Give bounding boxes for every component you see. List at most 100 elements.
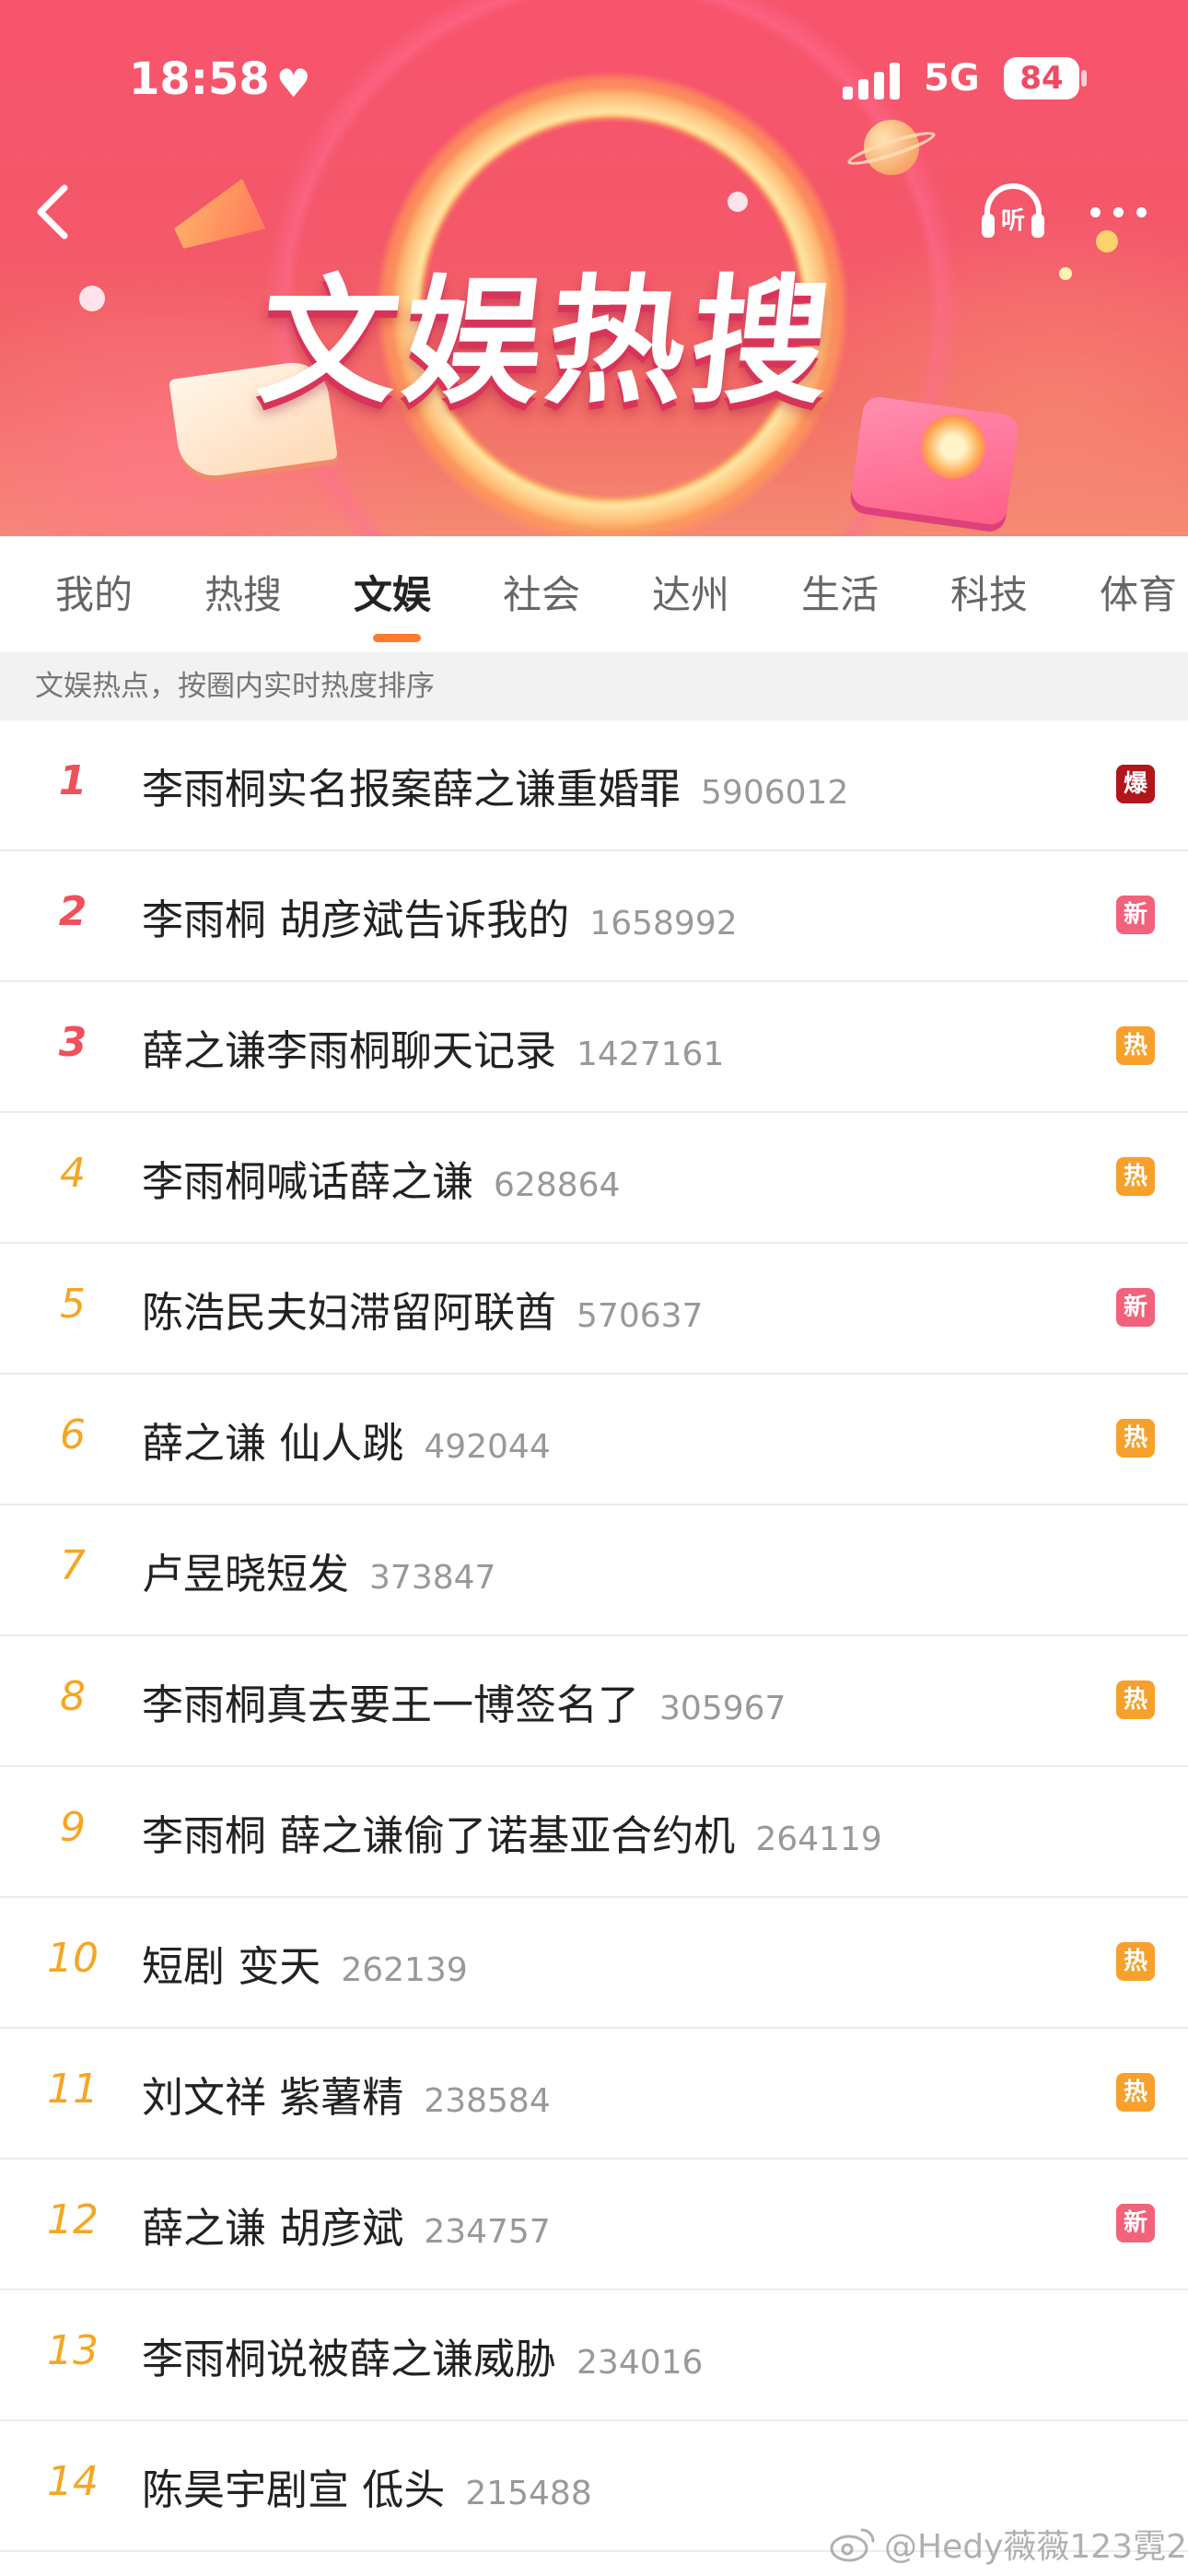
- weibo-icon: [830, 2528, 875, 2562]
- rank-number: 2: [58, 888, 87, 935]
- item-title: 李雨桐喊话薛之谦: [142, 1157, 474, 1206]
- rank-number: 13: [47, 2327, 99, 2374]
- item-text: 薛之谦 胡彦斌 234757: [142, 2195, 551, 2254]
- sparkle-decoration: [1096, 230, 1118, 252]
- tab-hot[interactable]: 热搜: [204, 564, 282, 620]
- item-heat-count: 492044: [424, 1428, 551, 1466]
- tab-sports[interactable]: 体育: [1100, 564, 1177, 620]
- list-item[interactable]: 10 短剧 变天 262139 热: [0, 1898, 1188, 2029]
- item-title: 李雨桐实名报案薛之谦重婚罪: [142, 765, 681, 814]
- status-badge: 热: [1116, 1942, 1155, 1981]
- rank-number: 4: [60, 1150, 86, 1197]
- list-item[interactable]: 6 薛之谦 仙人跳 492044 热: [0, 1375, 1188, 1505]
- item-heat-count: 264119: [755, 1821, 882, 1858]
- item-title: 李雨桐说被薛之谦威胁: [142, 2335, 557, 2383]
- signal-icon: [843, 61, 907, 100]
- rank-number: 10: [47, 1935, 99, 1982]
- category-tabs: 我的 热搜 文娱 社会 达州 生活 科技 体育: [0, 536, 1188, 652]
- list-description: 文娱热点，按圈内实时热度排序: [0, 652, 1188, 720]
- item-heat-count: 373847: [369, 1559, 496, 1597]
- rank-number: 8: [60, 1673, 86, 1720]
- camera-lens-decoration: [921, 415, 985, 479]
- header-banner: 文娱热搜 18:58 ♥ 5G 84 听: [0, 0, 1188, 536]
- item-heat-count: 628864: [494, 1166, 621, 1204]
- status-badge: 热: [1116, 1419, 1155, 1458]
- item-heat-count: 215488: [465, 2475, 592, 2512]
- item-heat-count: 262139: [341, 1951, 468, 1989]
- item-text: 陈浩民夫妇滞留阿联酋 570637: [142, 1279, 703, 1339]
- rank-number: 3: [58, 1019, 87, 1066]
- rank-number: 6: [60, 1411, 86, 1458]
- tab-tech[interactable]: 科技: [950, 564, 1028, 620]
- tab-life[interactable]: 生活: [801, 564, 879, 620]
- tab-mine[interactable]: 我的: [55, 564, 133, 620]
- headphones-icon[interactable]: 听: [976, 175, 1050, 249]
- tab-entertainment[interactable]: 文娱: [354, 564, 431, 620]
- list-item[interactable]: 7 卢昱晓短发 373847: [0, 1505, 1188, 1636]
- sparkle-decoration: [1059, 267, 1072, 280]
- list-item[interactable]: 8 李雨桐真去要王一博签名了 305967 热: [0, 1636, 1188, 1767]
- status-badge: 热: [1116, 1680, 1155, 1719]
- status-badge: 爆: [1116, 765, 1155, 803]
- list-item[interactable]: 12 薛之谦 胡彦斌 234757 新: [0, 2160, 1188, 2290]
- back-icon[interactable]: [26, 175, 81, 249]
- item-title: 李雨桐 胡彦斌告诉我的: [142, 896, 570, 944]
- item-title: 李雨桐真去要王一博签名了: [142, 1680, 640, 1729]
- item-text: 李雨桐 薛之谦偷了诺基亚合约机 264119: [142, 1802, 882, 1862]
- item-text: 短剧 变天 262139: [142, 1933, 468, 1993]
- item-heat-count: 234016: [577, 2344, 704, 2382]
- item-text: 陈昊宇剧宣 低头 215488: [142, 2456, 592, 2516]
- item-text: 李雨桐说被薛之谦威胁 234016: [142, 2325, 703, 2385]
- watermark-text: @Hedy薇薇123霓22: [884, 2528, 1188, 2566]
- item-title: 短剧 变天: [142, 1942, 321, 1991]
- rank-number: 9: [60, 1804, 86, 1851]
- tab-dazhou[interactable]: 达州: [652, 564, 729, 620]
- list-item[interactable]: 1 李雨桐实名报案薛之谦重婚罪 5906012 爆: [0, 720, 1188, 851]
- list-item[interactable]: 5 陈浩民夫妇滞留阿联酋 570637 新: [0, 1244, 1188, 1375]
- status-badge: 新: [1116, 2204, 1155, 2242]
- status-badge: 热: [1116, 2073, 1155, 2112]
- list-item[interactable]: 9 李雨桐 薛之谦偷了诺基亚合约机 264119: [0, 1767, 1188, 1898]
- item-title: 陈浩民夫妇滞留阿联酋: [142, 1288, 557, 1337]
- rank-number: 1: [58, 757, 87, 804]
- page-title: 文娱热搜: [251, 263, 844, 423]
- rank-number: 12: [47, 2196, 99, 2243]
- item-title: 刘文祥 紫薯精: [142, 2073, 404, 2122]
- item-heat-count: 570637: [577, 1297, 704, 1335]
- list-item[interactable]: 13 李雨桐说被薛之谦威胁 234016: [0, 2290, 1188, 2421]
- status-badge: 热: [1116, 1157, 1155, 1196]
- item-text: 李雨桐实名报案薛之谦重婚罪 5906012: [142, 755, 848, 815]
- item-title: 薛之谦 胡彦斌: [142, 2204, 404, 2253]
- listen-label: 听: [1001, 207, 1025, 235]
- heart-icon: ♥: [276, 61, 311, 106]
- item-heat-count: 305967: [659, 1690, 786, 1727]
- item-text: 薛之谦李雨桐聊天记录 1427161: [142, 1017, 724, 1077]
- rank-number: 14: [47, 2458, 99, 2505]
- item-text: 李雨桐真去要王一博签名了 305967: [142, 1671, 786, 1731]
- status-badge: 新: [1116, 1288, 1155, 1327]
- sparkle-decoration: [728, 192, 748, 212]
- item-heat-count: 5906012: [701, 774, 849, 812]
- list-item[interactable]: 3 薛之谦李雨桐聊天记录 1427161 热: [0, 982, 1188, 1113]
- hot-search-list: 1 李雨桐实名报案薛之谦重婚罪 5906012 爆 2 李雨桐 胡彦斌告诉我的 165899…: [0, 720, 1188, 2552]
- item-heat-count: 234757: [424, 2213, 551, 2251]
- list-item[interactable]: 2 李雨桐 胡彦斌告诉我的 1658992 新: [0, 851, 1188, 982]
- rank-number: 5: [60, 1281, 86, 1328]
- item-text: 薛之谦 仙人跳 492044: [142, 1410, 551, 1469]
- status-time: 18:58: [129, 53, 270, 105]
- rank-number: 11: [47, 2066, 99, 2113]
- sparkle-decoration: [79, 286, 105, 311]
- network-label: 5G: [924, 57, 980, 100]
- list-item[interactable]: 11 刘文祥 紫薯精 238584 热: [0, 2029, 1188, 2160]
- item-text: 刘文祥 紫薯精 238584: [142, 2064, 551, 2124]
- battery-indicator: 84: [1004, 57, 1079, 100]
- item-heat-count: 1427161: [577, 1036, 725, 1073]
- more-icon[interactable]: [1087, 198, 1151, 226]
- tab-society[interactable]: 社会: [503, 564, 580, 620]
- list-item[interactable]: 4 李雨桐喊话薛之谦 628864 热: [0, 1113, 1188, 1244]
- item-text: 李雨桐 胡彦斌告诉我的 1658992: [142, 886, 738, 946]
- item-text: 李雨桐喊话薛之谦 628864: [142, 1148, 620, 1208]
- item-heat-count: 238584: [424, 2082, 551, 2120]
- status-badge: 热: [1116, 1026, 1155, 1065]
- item-heat-count: 1658992: [589, 905, 738, 943]
